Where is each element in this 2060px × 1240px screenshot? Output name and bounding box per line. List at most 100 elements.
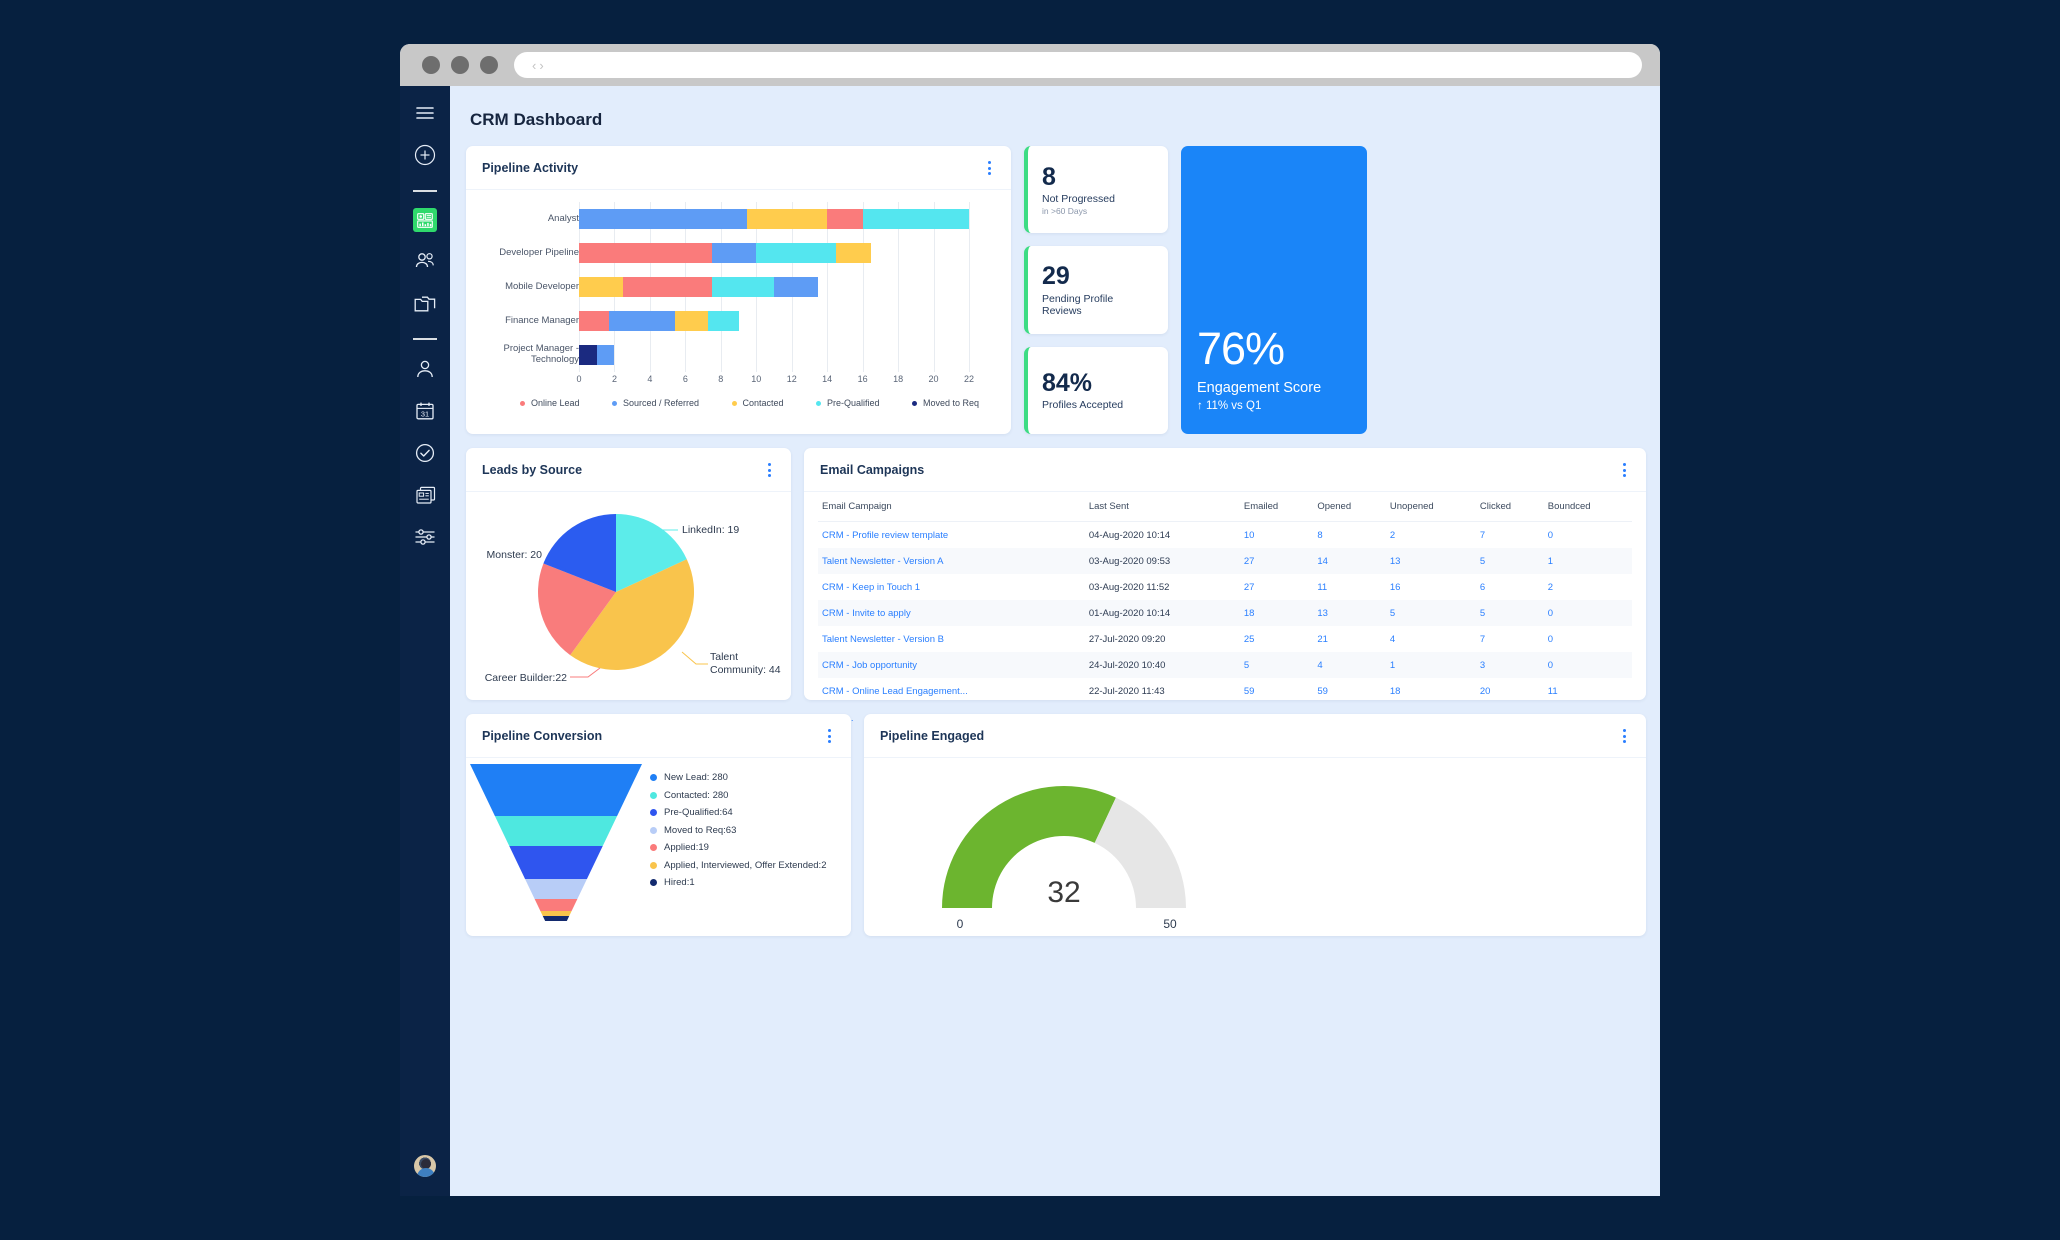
campaign-link[interactable]: CRM - Online Lead Engagement... [818,678,1085,704]
profile-icon[interactable] [412,356,438,382]
calendar-icon[interactable]: 31 [412,398,438,424]
more-options-icon[interactable] [1619,461,1630,479]
tasks-icon[interactable] [412,440,438,466]
opened-cell[interactable]: 13 [1313,600,1386,626]
legend-item[interactable]: Online Lead [520,398,580,408]
campaign-link[interactable]: Talent Newsletter - Version A [818,548,1085,574]
column-header[interactable]: Email Campaign [818,492,1085,522]
bar-row[interactable] [579,338,997,372]
emailed-cell[interactable]: 59 [1240,678,1313,704]
bar-row[interactable] [579,304,997,338]
funnel-legend-item[interactable]: Moved to Req:63 [650,825,851,836]
bar-segment[interactable] [862,209,969,229]
bounced-cell[interactable]: 11 [1544,678,1632,704]
unopened-cell[interactable]: 18 [1386,678,1476,704]
bar-segment[interactable] [579,345,597,365]
table-row[interactable]: CRM - Job opportunity 24-Jul-2020 10:40 5 4… [818,652,1632,678]
emailed-cell[interactable]: 27 [1240,548,1313,574]
bar-segment[interactable] [579,209,748,229]
legend-item[interactable]: Contacted [731,398,784,408]
opened-cell[interactable]: 11 [1313,574,1386,600]
add-icon[interactable] [412,142,438,168]
more-options-icon[interactable] [1619,727,1630,745]
forward-icon[interactable]: › [539,59,543,72]
minimize-button[interactable] [451,56,469,74]
bar-segment[interactable] [708,311,739,331]
emailed-cell[interactable]: 25 [1240,626,1313,652]
bar-segment[interactable] [836,243,872,263]
funnel-legend-item[interactable]: Hired:1 [650,877,851,888]
funnel-segment[interactable] [525,879,587,899]
funnel-segment[interactable] [509,846,603,879]
emailed-cell[interactable]: 18 [1240,600,1313,626]
column-header[interactable]: Last Sent [1084,492,1240,522]
opened-cell[interactable]: 59 [1313,678,1386,704]
opened-cell[interactable]: 14 [1313,548,1386,574]
bar-segment[interactable] [827,209,863,229]
bar-segment[interactable] [711,243,757,263]
unopened-cell[interactable]: 1 [1386,652,1476,678]
bar-segment[interactable] [711,277,774,297]
bar-segment[interactable] [596,345,615,365]
emailed-cell[interactable]: 27 [1240,574,1313,600]
unopened-cell[interactable]: 16 [1386,574,1476,600]
funnel-legend-item[interactable]: New Lead: 280 [650,772,851,783]
sidebar-item-dashboard[interactable] [413,208,437,232]
more-options-icon[interactable] [984,159,995,177]
campaign-link[interactable]: CRM - Invite to apply [818,600,1085,626]
campaign-link[interactable]: CRM - Job opportunity [818,652,1085,678]
table-row[interactable]: Talent Newsletter - Version A 03-Aug-2020… [818,548,1632,574]
bounced-cell[interactable]: 0 [1544,522,1632,549]
clicked-cell[interactable]: 6 [1476,574,1544,600]
unopened-cell[interactable]: 5 [1386,600,1476,626]
funnel-legend-item[interactable]: Applied, Interviewed, Offer Extended:2 [650,860,851,871]
campaign-link[interactable]: CRM - Profile review template [818,522,1085,549]
column-header[interactable]: Opened [1313,492,1386,522]
emailed-cell[interactable]: 10 [1240,522,1313,549]
reports-icon[interactable] [412,482,438,508]
funnel-segment[interactable] [540,911,572,916]
bar-segment[interactable] [773,277,819,297]
bounced-cell[interactable]: 2 [1544,574,1632,600]
window-controls[interactable] [422,56,498,74]
clicked-cell[interactable]: 20 [1476,678,1544,704]
engagement-score-card[interactable]: 76% Engagement Score ↑ 11% vs Q1 [1181,146,1367,434]
clicked-cell[interactable]: 5 [1476,600,1544,626]
kpi-profiles-accepted[interactable]: 84% Profiles Accepted [1024,346,1168,434]
unopened-cell[interactable]: 4 [1386,626,1476,652]
unopened-cell[interactable]: 13 [1386,548,1476,574]
bar-segment[interactable] [579,243,712,263]
address-bar[interactable]: ‹ › [514,52,1642,78]
column-header[interactable]: Boundced [1543,492,1632,522]
table-row[interactable]: CRM - Keep in Touch 1 03-Aug-2020 11:52 27… [818,574,1632,600]
close-button[interactable] [422,56,440,74]
funnel-segment[interactable] [542,916,570,921]
clicked-cell[interactable]: 7 [1476,626,1544,652]
clicked-cell[interactable]: 5 [1476,548,1544,574]
kpi-not-progressed[interactable]: 8 Not Progressed in >60 Days [1024,146,1168,234]
funnel-legend-item[interactable]: Applied:19 [650,842,851,853]
kpi-pending-profile-reviews[interactable]: 29 Pending Profile Reviews [1024,246,1168,334]
people-icon[interactable] [412,248,438,274]
funnel-legend-item[interactable]: Contacted: 280 [650,790,851,801]
column-header[interactable]: Clicked [1475,492,1544,522]
bar-segment[interactable] [756,243,837,263]
bar-segment[interactable] [623,277,712,297]
legend-item[interactable]: Pre-Qualified [815,398,880,408]
bounced-cell[interactable]: 1 [1544,548,1632,574]
opened-cell[interactable]: 21 [1313,626,1386,652]
table-row[interactable]: Talent Newsletter - Version B 27-Jul-2020… [818,626,1632,652]
avatar[interactable] [413,1154,437,1178]
bar-segment[interactable] [609,311,675,331]
bounced-cell[interactable]: 0 [1544,626,1632,652]
table-row[interactable]: CRM - Online Lead Engagement... 22-Jul-20… [818,678,1632,704]
bar-segment[interactable] [579,311,610,331]
more-options-icon[interactable] [824,727,835,745]
bar-segment[interactable] [747,209,828,229]
unopened-cell[interactable]: 2 [1386,522,1476,549]
clicked-cell[interactable]: 3 [1476,652,1544,678]
bar-row[interactable] [579,236,997,270]
funnel-legend-item[interactable]: Pre-Qualified:64 [650,807,851,818]
legend-item[interactable]: Sourced / Referred [612,398,699,408]
settings-icon[interactable] [412,524,438,550]
